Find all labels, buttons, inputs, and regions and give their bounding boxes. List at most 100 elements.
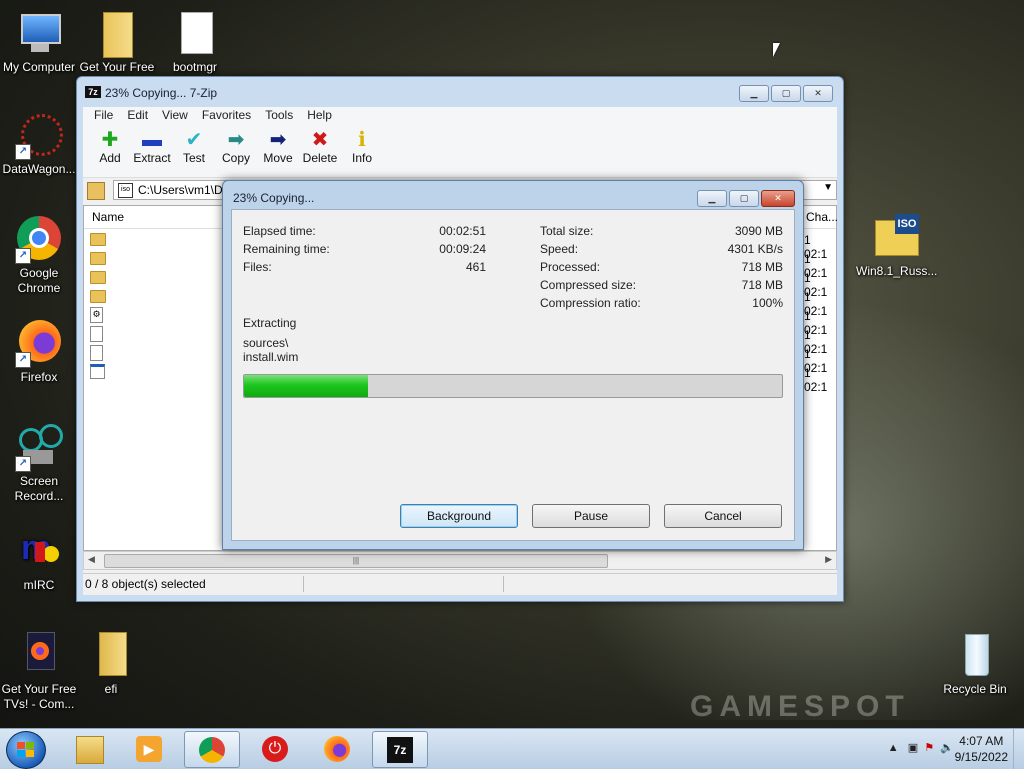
start-button[interactable] [6,731,46,769]
maximize-button[interactable]: ▢ [771,85,801,102]
delete-icon: ✖ [311,129,329,151]
chevron-down-icon[interactable]: ▼ [823,182,833,193]
menu-view[interactable]: View [155,107,195,125]
folder-up-icon[interactable] [87,182,105,200]
desktop-icon-mirc[interactable]: m mIRC [0,528,78,593]
test-button[interactable]: ✔ Test [173,125,215,177]
desktop-icon-efi[interactable]: efi [72,632,150,697]
background-button[interactable]: Background [400,504,518,528]
menu-bar: File Edit View Favorites Tools Help [83,107,837,125]
show-hidden-icons-icon[interactable]: ▲ [888,742,899,754]
delete-button[interactable]: ✖ Delete [299,125,341,177]
dialog-title: 23% Copying... [233,191,315,205]
column-header-changed[interactable]: Cha... [806,210,838,224]
list-item[interactable] [90,230,106,249]
system-tray: ▲ ▣ ⚑ 🔈 [888,741,954,754]
desktop-icon-get-your-free[interactable]: Get Your Free [78,10,156,75]
taskbar-7zip[interactable]: 7z [372,731,428,768]
speed-label: Speed: [540,242,579,256]
folder-icon [76,736,104,764]
taskbar-power[interactable]: ⏻ [248,731,302,766]
operation-label: Extracting [243,316,297,330]
window-titlebar[interactable]: 7z 23% Copying... 7-Zip ▁ ▢ ✕ [77,77,843,107]
taskbar: ▶ ⏻ 7z ▲ ▣ ⚑ 🔈 4:07 AM 9/15/2022 [0,728,1024,769]
dialog-minimize-button[interactable]: ▁ [697,190,727,207]
info-button[interactable]: ℹ Info [341,125,383,177]
list-item[interactable] [90,363,106,382]
taskbar-chrome[interactable] [184,731,240,768]
screen-recorder-icon: ↗ [15,424,63,472]
list-item[interactable] [90,249,106,268]
toolbar: ✚ Add ▬ Extract ✔ Test ➡ Copy ➡ Move ✖ D… [83,125,837,178]
compression-ratio-value: 100% [752,296,783,310]
total-size-value: 3090 MB [734,224,783,238]
horizontal-scrollbar[interactable]: ◀ ||| ▶ [83,551,837,570]
extract-button[interactable]: ▬ Extract [131,125,173,177]
scrollbar-thumb[interactable]: ||| [104,554,608,568]
elapsed-time-label: Elapsed time: [243,224,316,238]
list-item[interactable]: ⚙ [90,306,106,325]
shortcut-arrow-icon: ↗ [15,248,31,264]
progress-bar [243,374,783,398]
current-path-line1: sources\ [243,336,289,350]
desktop-icon-google-chrome[interactable]: ↗ Google Chrome [0,216,78,296]
copy-progress-dialog: 23% Copying... ▁ ▢ ✕ Elapsed time: 00:02… [222,180,804,550]
remaining-time-value: 00:09:24 [439,242,486,256]
menu-tools[interactable]: Tools [258,107,300,125]
shortcut-arrow-icon: ↗ [15,456,31,472]
pause-button[interactable]: Pause [532,504,650,528]
desktop-icon-screen-recorder[interactable]: ↗ Screen Record... [0,424,78,504]
list-item[interactable] [90,325,106,344]
list-item[interactable] [90,268,106,287]
status-bar: 0 / 8 object(s) selected [83,573,837,594]
desktop-icon-win81-iso[interactable]: ISO Win8.1_Russ... [856,214,937,279]
file-icon [90,326,103,342]
move-button[interactable]: ➡ Move [257,125,299,177]
list-item[interactable] [90,344,106,363]
taskbar-media-player[interactable]: ▶ [122,731,176,766]
add-button[interactable]: ✚ Add [89,125,131,177]
folder-icon [87,632,135,680]
desktop-icon-datawagon[interactable]: ↗ DataWagon... [0,112,78,177]
dialog-body: Elapsed time: 00:02:51 Remaining time: 0… [231,209,795,541]
dialog-maximize-button[interactable]: ▢ [729,190,759,207]
minus-icon: ▬ [142,129,162,151]
progress-bar-fill [244,375,368,397]
menu-edit[interactable]: Edit [120,107,155,125]
iso-file-icon: ISO [871,214,919,262]
speed-value: 4301 KB/s [727,242,783,256]
mouse-cursor-icon [773,43,780,57]
dialog-close-button[interactable]: ✕ [761,190,795,207]
clock-time: 4:07 AM [959,734,1004,748]
menu-file[interactable]: File [87,107,120,125]
scroll-right-icon[interactable]: ▶ [825,554,832,565]
taskbar-firefox[interactable] [310,731,364,766]
power-icon: ⏻ [262,736,288,762]
column-header-name[interactable]: Name [92,210,124,224]
menu-favorites[interactable]: Favorites [195,107,258,125]
close-button[interactable]: ✕ [803,85,833,102]
copy-button[interactable]: ➡ Copy [215,125,257,177]
windows-logo-icon [17,742,35,758]
network-icon[interactable]: ▣ [908,742,918,754]
action-center-icon[interactable]: ⚑ [924,742,934,754]
desktop-icon-bootmgr[interactable]: bootmgr [156,10,234,75]
list-item[interactable] [90,287,106,306]
minimize-button[interactable]: ▁ [739,85,769,102]
media-player-icon: ▶ [136,736,162,762]
remaining-time-label: Remaining time: [243,242,330,256]
desktop-icon-recycle-bin[interactable]: Recycle Bin [936,632,1014,697]
menu-help[interactable]: Help [300,107,339,125]
taskbar-explorer[interactable] [62,731,116,766]
cancel-button[interactable]: Cancel [664,504,782,528]
clock[interactable]: 4:07 AM 9/15/2022 [955,733,1008,765]
desktop-icon-my-computer[interactable]: My Computer [0,10,78,75]
scroll-left-icon[interactable]: ◀ [88,554,95,565]
desktop-icon-firefox[interactable]: ↗ Firefox [0,320,78,385]
compressed-size-label: Compressed size: [540,278,637,292]
desktop-icon-get-your-free-tvs[interactable]: Get Your Free TVs! - Com... [0,632,78,712]
selection-status: 0 / 8 object(s) selected [85,577,206,591]
processed-label: Processed: [540,260,601,274]
show-desktop-button[interactable] [1013,729,1024,769]
volume-icon[interactable]: 🔈 [940,742,954,754]
